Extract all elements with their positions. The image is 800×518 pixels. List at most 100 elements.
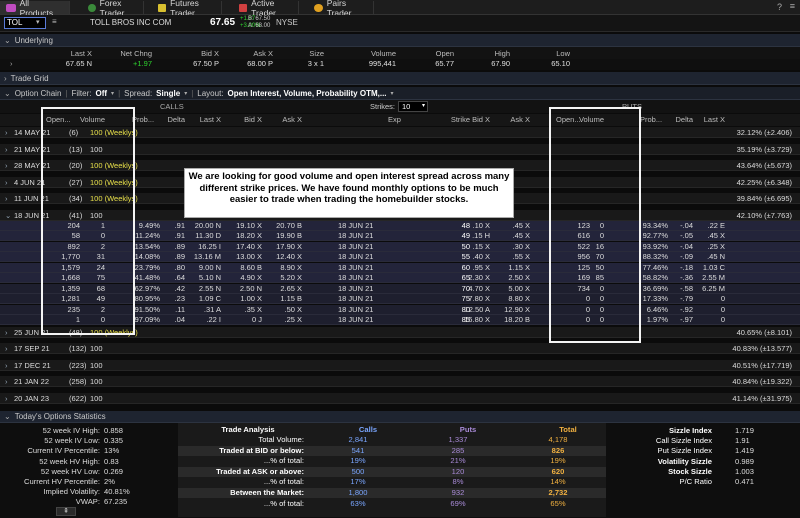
put-ask[interactable]: .30 X: [496, 242, 530, 252]
total-value: 14%: [550, 477, 566, 487]
expand-icon[interactable]: ⌄: [5, 210, 11, 221]
expand-icon[interactable]: ›: [5, 193, 8, 204]
tab-all-products[interactable]: All Products: [0, 0, 70, 18]
symbol-dropdown-icon[interactable]: ▾: [36, 18, 40, 26]
call-bid[interactable]: 4.90 X: [228, 273, 262, 283]
put-bid[interactable]: .95 X: [456, 263, 490, 273]
put-ask[interactable]: 18.20 B: [496, 315, 530, 325]
expiration: 18 JUN 21: [338, 315, 374, 324]
call-bid[interactable]: 2.50 N: [228, 284, 262, 294]
expand-icon[interactable]: ›: [5, 360, 8, 371]
sizzle-label: P/C Ratio: [679, 477, 713, 486]
call-ask[interactable]: 1.15 B: [262, 294, 302, 304]
expiration-row[interactable]: › 17 DEC 21 (223) 100 40.51% (±17.719): [0, 359, 800, 371]
stat-value: 0.269: [104, 466, 124, 476]
help-icon[interactable]: ?: [777, 2, 782, 12]
call-bid[interactable]: 17.40 X: [228, 242, 262, 252]
call-delta: .42: [174, 283, 185, 293]
layout-value[interactable]: Open Interest, Volume, Probability OTM,.…: [228, 89, 387, 98]
collapse-icon[interactable]: ⌄: [4, 36, 11, 45]
strikes-select[interactable]: 10 ▾: [398, 101, 428, 112]
implied-volatility: 40.65% (±8.101): [736, 327, 792, 337]
expand-icon[interactable]: ›: [5, 177, 8, 188]
put-header-1[interactable]: Ask X: [496, 114, 530, 126]
call-bid[interactable]: 0 J: [228, 315, 262, 325]
call-ask[interactable]: 8.90 X: [262, 263, 302, 273]
call-header-3[interactable]: Delta: [155, 114, 185, 126]
put-bid[interactable]: 2.30 X: [456, 273, 490, 283]
put-bid[interactable]: 16.80 X: [456, 315, 490, 325]
call-bid[interactable]: 13.00 X: [228, 252, 262, 262]
call-last: .22 I: [206, 315, 221, 324]
put-ask[interactable]: .55 X: [496, 252, 530, 262]
call-bid[interactable]: 8.60 B: [228, 263, 262, 273]
expand-icon[interactable]: ›: [5, 160, 8, 171]
total-value: 826: [551, 445, 565, 455]
put-ask[interactable]: 12.90 X: [496, 305, 530, 315]
call-ask[interactable]: .25 X: [262, 315, 302, 325]
call-bid[interactable]: 18.20 X: [228, 231, 262, 241]
stats-section-header[interactable]: ⌄ Today's Options Statistics: [0, 411, 800, 423]
trade-grid-section-header[interactable]: › Trade Grid: [0, 72, 800, 85]
expand-icon[interactable]: ›: [5, 327, 8, 338]
put-ask[interactable]: .45 X: [496, 231, 530, 241]
put-ask[interactable]: 2.50 X: [496, 273, 530, 283]
call-bid[interactable]: 1.00 X: [228, 294, 262, 304]
tab-pairs-trader[interactable]: Pairs Trader: [308, 0, 374, 18]
put-bid[interactable]: .40 X: [456, 252, 490, 262]
underlying-header-1: Net Chng: [120, 49, 152, 58]
call-header-6[interactable]: Ask X: [262, 114, 302, 126]
spread-value[interactable]: Single: [156, 89, 180, 98]
symbol-menu-icon[interactable]: ≡: [52, 17, 57, 26]
expand-icon[interactable]: ›: [5, 343, 8, 354]
exp-header[interactable]: Exp: [388, 114, 401, 126]
calls-value: 17%: [350, 477, 366, 487]
filter-value[interactable]: Off: [95, 89, 107, 98]
expand-icon[interactable]: ›: [5, 127, 8, 138]
tab-forex-trader[interactable]: Forex Trader: [82, 0, 144, 18]
call-ask[interactable]: 19.90 B: [262, 231, 302, 241]
call-last: .31 A: [203, 304, 221, 314]
call-header-5[interactable]: Bid X: [228, 114, 262, 126]
expiration-row[interactable]: › 17 SEP 21 (132) 100 40.83% (±13.577): [0, 343, 800, 354]
put-bid[interactable]: .10 X: [456, 221, 490, 231]
put-ask[interactable]: 5.00 X: [496, 284, 530, 294]
expiration-row[interactable]: › 20 JAN 23 (622) 100 41.14% (±31.975): [0, 392, 800, 404]
strikes-label: Strikes:: [370, 102, 396, 111]
call-ask[interactable]: 12.40 X: [262, 252, 302, 262]
call-last: 1.09 C: [198, 294, 221, 303]
expiration: 18 JUN 21: [338, 294, 374, 303]
put-bid[interactable]: 4.70 X: [456, 284, 490, 294]
expiration-row[interactable]: › 21 JAN 22 (258) 100 40.84% (±19.322): [0, 376, 800, 387]
call-header-4[interactable]: Last X: [187, 114, 221, 126]
call-ask[interactable]: 17.90 X: [262, 242, 302, 252]
expand-icon[interactable]: ›: [5, 393, 8, 404]
tab-active-trader[interactable]: Active Trader: [233, 0, 299, 18]
expand-icon[interactable]: ›: [5, 376, 8, 387]
put-ask[interactable]: 8.80 X: [496, 294, 530, 304]
collapse-icon[interactable]: ⌄: [4, 89, 11, 98]
stat-value: 2%: [104, 477, 115, 486]
call-ask[interactable]: 2.65 X: [262, 284, 302, 294]
scroll-top-button[interactable]: ⇞: [56, 507, 76, 516]
call-ask[interactable]: 5.20 X: [262, 273, 302, 283]
put-bid[interactable]: .15 H: [456, 231, 490, 241]
menu-icon[interactable]: ≡: [790, 1, 795, 11]
put-bid[interactable]: 7.80 X: [456, 294, 490, 304]
call-ask[interactable]: 20.70 B: [262, 221, 302, 231]
call-ask[interactable]: .50 X: [262, 305, 302, 315]
call-bid[interactable]: .35 X: [228, 305, 262, 315]
put-bid[interactable]: .15 X: [456, 242, 490, 252]
expand-icon[interactable]: ›: [4, 74, 7, 83]
underlying-section-header[interactable]: ⌄ Underlying: [0, 34, 800, 47]
tab-futures-trader[interactable]: Futures Trader: [152, 0, 222, 18]
collapse-icon[interactable]: ⌄: [4, 412, 11, 421]
put-ask[interactable]: .45 X: [496, 221, 530, 231]
expand-icon[interactable]: ›: [10, 59, 13, 68]
put-header-0[interactable]: Bid X: [456, 114, 490, 126]
call-bid[interactable]: 19.10 X: [228, 221, 262, 231]
put-ask[interactable]: 1.15 X: [496, 263, 530, 273]
put-bid[interactable]: 12.50 A: [456, 305, 490, 315]
put-header-6[interactable]: Last X: [685, 114, 725, 126]
expand-icon[interactable]: ›: [5, 144, 8, 155]
